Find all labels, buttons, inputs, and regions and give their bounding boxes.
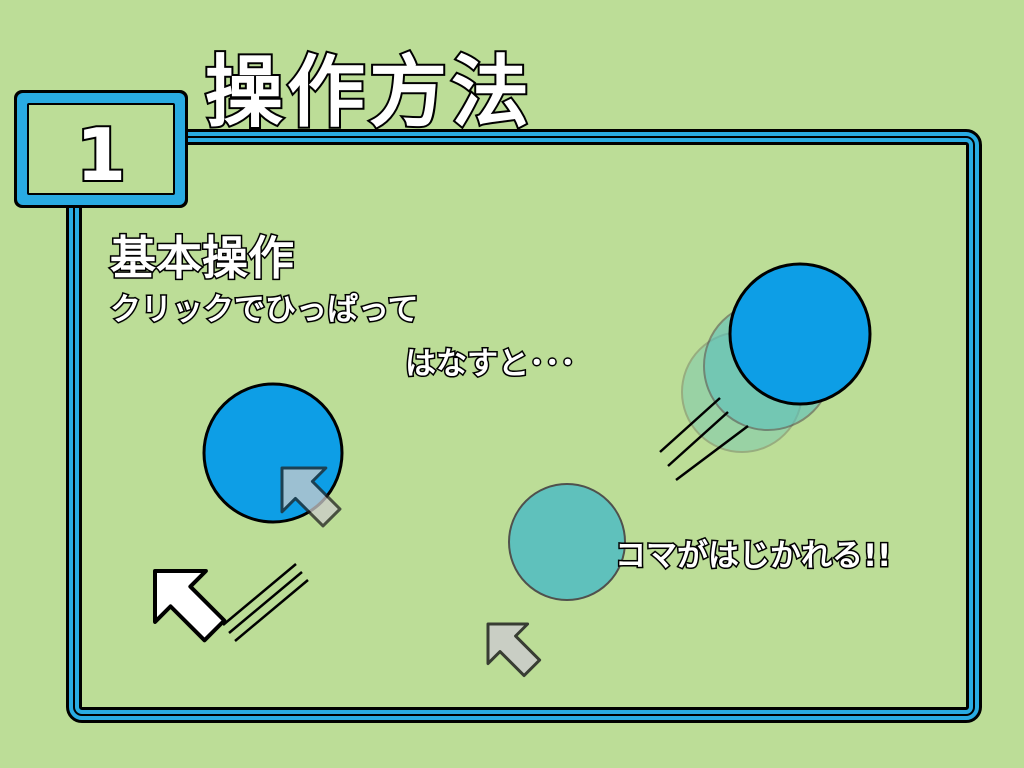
- piece-ghost: [508, 483, 626, 601]
- drag-motion-lines: [222, 563, 309, 642]
- instruction-text: クリックでひっぱって: [108, 291, 419, 330]
- piece: [728, 262, 872, 406]
- page-title: 操作方法: [203, 46, 534, 140]
- instruction-text: はなすと･･･: [404, 345, 577, 384]
- instruction-text: コマがはじかれる!!: [613, 537, 892, 576]
- cursor-arrow-icon: [486, 622, 542, 678]
- step-number: 1: [76, 113, 126, 197]
- flying-piece-trail: [681, 262, 872, 453]
- step-number-box: 1: [14, 90, 188, 208]
- section-title: 基本操作: [109, 230, 296, 287]
- cursor-arrow-icon: [153, 569, 227, 643]
